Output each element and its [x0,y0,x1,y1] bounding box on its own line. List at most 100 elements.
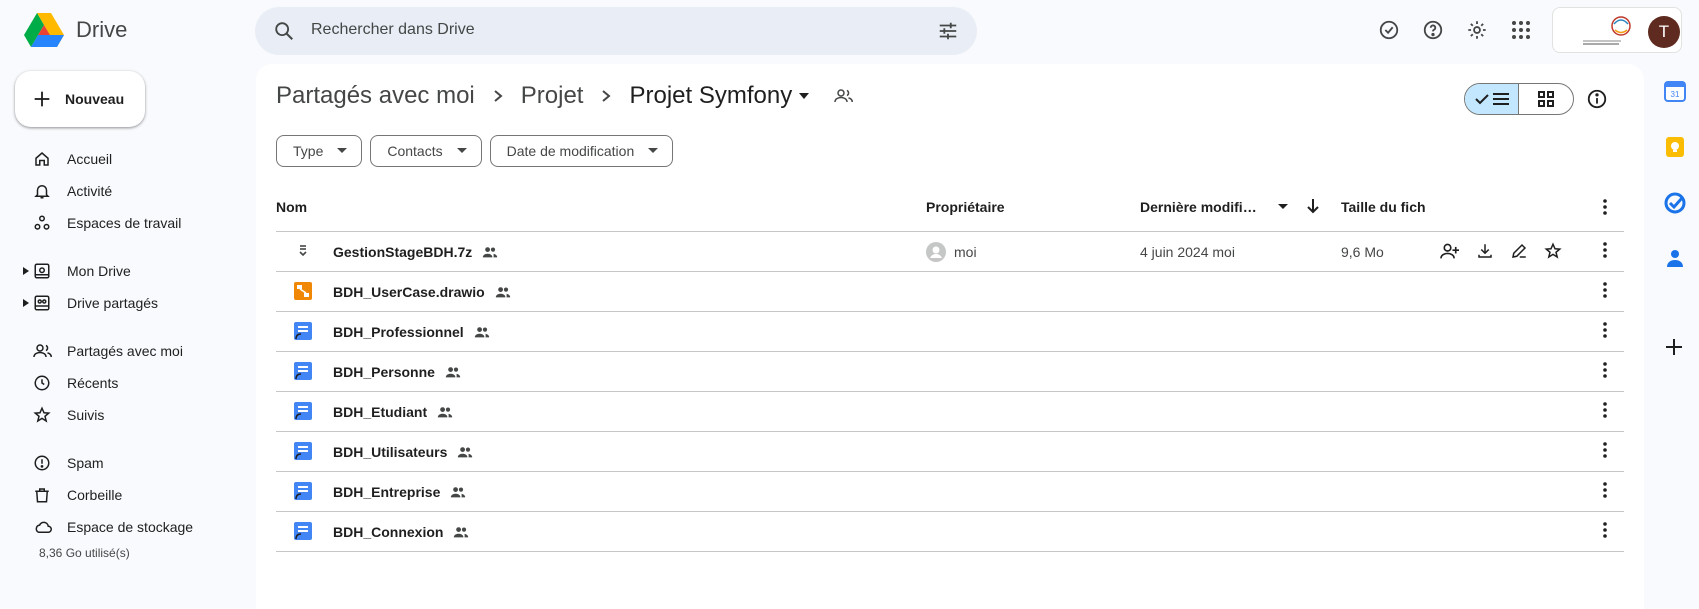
breadcrumb-current[interactable]: Projet Symfony [629,82,792,110]
sidebar-item-corbeille[interactable]: Corbeille [0,479,250,511]
column-header-size[interactable]: Taille du fich [1341,199,1426,215]
table-row[interactable]: BDH_Utilisateurs [276,432,1624,472]
column-header-modified[interactable]: Dernière modifi… [1140,199,1257,215]
more-vert-icon[interactable] [1603,362,1607,378]
clock-icon [33,374,51,392]
file-name[interactable]: BDH_Etudiant [333,404,453,420]
plus-icon[interactable] [1664,337,1684,357]
table-row[interactable]: BDH_Connexion [276,512,1624,552]
table-row[interactable]: BDH_Entreprise [276,472,1624,512]
sidebar-item-espaces[interactable]: Espaces de travail [0,207,250,239]
grid-view-button[interactable] [1519,84,1573,114]
more-vert-icon[interactable] [1603,282,1607,298]
sidebar-item-recents[interactable]: Récents [0,367,250,399]
table-row[interactable]: BDH_Personne [276,352,1624,392]
keep-icon[interactable] [1664,136,1686,158]
file-name[interactable]: GestionStageBDH.7z [333,244,498,260]
sidebar-item-label: Corbeille [67,487,123,503]
more-vert-icon[interactable] [1603,322,1607,338]
file-name[interactable]: BDH_Utilisateurs [333,444,473,460]
more-vert-icon[interactable] [1603,402,1607,418]
tasks-icon[interactable] [1664,192,1686,214]
more-vert-icon[interactable] [1603,522,1607,538]
search-input[interactable]: Rechercher dans Drive [311,21,475,39]
table-row[interactable]: BDH_UserCase.drawio [276,272,1624,312]
download-icon[interactable] [1476,242,1494,260]
filter-date[interactable]: Date de modification [489,135,674,167]
sidebar-item-mon-drive[interactable]: Mon Drive [0,255,250,287]
new-button-label: Nouveau [65,91,125,107]
more-vert-icon[interactable] [1603,242,1607,258]
list-view-button[interactable] [1465,84,1520,114]
shared-icon [437,406,453,418]
sort-arrow-down-icon[interactable] [1306,198,1320,214]
column-header-owner[interactable]: Propriétaire [926,199,1005,215]
search-bar[interactable]: Rechercher dans Drive [255,7,977,55]
form-shortcut-icon [294,322,312,340]
sidebar-item-label: Espaces de travail [67,215,182,231]
grid-icon [1538,91,1554,107]
apps-grid-icon[interactable] [1509,18,1533,42]
list-icon [1492,92,1509,106]
more-vert-icon[interactable] [1603,442,1607,458]
caret-down-icon[interactable] [798,92,810,100]
sidebar-item-spam[interactable]: Spam [0,447,250,479]
people-icon [33,342,53,360]
sidebar-item-label: Espace de stockage [67,519,194,535]
sidebar-item-suivis[interactable]: Suivis [0,399,250,431]
caret-right-icon[interactable] [23,299,29,307]
more-vert-icon[interactable] [1603,199,1607,215]
settings-icon[interactable] [1465,18,1489,42]
sidebar-item-label: Récents [67,375,119,391]
sidebar-item-partages-avec-moi[interactable]: Partagés avec moi [0,335,250,367]
calendar-icon[interactable]: 31 [1664,80,1686,102]
account-switcher[interactable]: T [1552,7,1682,53]
sidebar-item-drive-partages[interactable]: Drive partagés [0,287,250,319]
filter-contacts[interactable]: Contacts [370,135,482,167]
contacts-icon[interactable] [1664,247,1686,269]
sidebar-item-stockage[interactable]: Espace de stockage [0,511,250,543]
caret-right-icon[interactable] [23,267,29,275]
table-row[interactable]: BDH_Professionnel [276,312,1624,352]
shared-icon [453,526,469,538]
file-name-text: BDH_Personne [333,364,435,380]
file-name[interactable]: BDH_UserCase.drawio [333,284,511,300]
table-row[interactable]: GestionStageBDH.7z moi 4 juin 2024 moi 9… [276,232,1624,272]
drive-logo-icon [24,13,64,47]
chevron-right-icon [601,89,612,103]
sidebar-item-activite[interactable]: Activité [0,175,250,207]
file-name[interactable]: BDH_Professionnel [333,324,490,340]
row-actions [1440,242,1562,260]
new-button[interactable]: Nouveau [15,71,145,127]
file-name[interactable]: BDH_Personne [333,364,461,380]
shared-folder-icon[interactable] [834,87,854,105]
my-drive-icon [33,262,51,280]
app-name: Drive [76,17,128,42]
share-icon[interactable] [1440,242,1460,260]
file-name[interactable]: BDH_Entreprise [333,484,466,500]
help-icon[interactable] [1421,18,1445,42]
star-icon[interactable] [1544,242,1562,260]
search-icon[interactable] [273,20,295,42]
breadcrumb-item[interactable]: Partagés avec moi [276,82,475,110]
breadcrumb-item[interactable]: Projet [521,82,584,110]
sidebar-item-accueil[interactable]: Accueil [0,143,250,175]
offline-ready-icon[interactable] [1377,18,1401,42]
table-row[interactable]: BDH_Etudiant [276,392,1624,432]
search-options-icon[interactable] [937,20,959,42]
file-name[interactable]: BDH_Connexion [333,524,469,540]
form-shortcut-icon [294,482,312,500]
filter-type[interactable]: Type [276,135,363,167]
column-header-name[interactable]: Nom [276,199,307,215]
cloud-icon [33,518,53,536]
file-name-text: GestionStageBDH.7z [333,244,473,260]
more-vert-icon[interactable] [1603,482,1607,498]
sidebar-item-label: Accueil [67,151,113,167]
info-icon[interactable] [1586,88,1608,110]
rename-icon[interactable] [1510,242,1528,260]
home-icon [33,150,51,168]
caret-down-icon [648,148,659,154]
drive-logo[interactable]: Drive [24,13,127,47]
caret-down-icon[interactable] [1278,204,1288,210]
avatar[interactable]: T [1648,16,1680,48]
